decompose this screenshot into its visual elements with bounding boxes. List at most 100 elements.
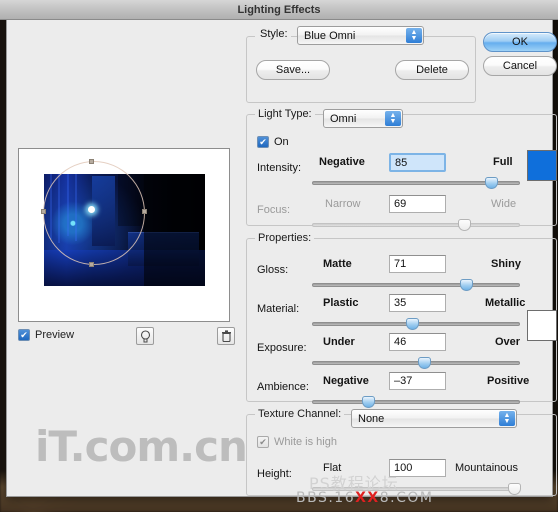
material-input[interactable]: 35	[389, 294, 446, 312]
ellipse-handle-top[interactable]	[89, 159, 94, 164]
preview-checkbox-row[interactable]: Preview	[18, 329, 74, 341]
intensity-value: 85	[395, 156, 408, 169]
focus-value: 69	[394, 198, 407, 210]
white-is-high-checkbox[interactable]	[257, 436, 269, 448]
material-slider[interactable]	[312, 317, 520, 331]
light-color-swatch[interactable]	[527, 150, 557, 181]
ok-button[interactable]: OK	[483, 32, 557, 52]
intensity-slider-thumb[interactable]	[484, 177, 498, 189]
style-group: Style: Blue Omni ▲ ▼ Save... Delete	[246, 26, 476, 103]
preview-checkbox[interactable]	[18, 329, 30, 341]
exposure-label: Exposure:	[257, 342, 307, 354]
exposure-slider-track	[312, 361, 520, 365]
light-on-checkbox[interactable]	[257, 136, 269, 148]
light-type-group: Light Type: Omni ▲▼ On Intensity: Negati…	[246, 108, 557, 231]
gloss-max-label: Shiny	[491, 258, 521, 270]
ambience-min-label: Negative	[323, 375, 369, 387]
properties-legend: Properties:	[258, 232, 312, 244]
style-dropdown[interactable]: Blue Omni ▲ ▼	[297, 26, 424, 45]
ambience-input[interactable]: –37	[389, 372, 446, 390]
material-label: Material:	[257, 303, 300, 315]
delete-button-label: Delete	[416, 64, 448, 76]
light-bulb-icon	[140, 329, 150, 342]
preview-image	[44, 174, 205, 286]
texture-channel-group: Texture Channel: None ▲▼ White is high H…	[246, 408, 557, 496]
material-color-swatch[interactable]	[527, 310, 557, 341]
focus-label: Focus:	[257, 204, 291, 216]
intensity-input[interactable]: 85	[389, 153, 446, 172]
gloss-min-label: Matte	[323, 258, 352, 270]
watermark-left: iT.com.cn	[35, 422, 248, 471]
exposure-value: 46	[394, 336, 407, 348]
watermark-br2-post: 8.COM	[379, 490, 434, 506]
exposure-slider[interactable]	[312, 356, 520, 370]
height-max-label: Mountainous	[455, 462, 518, 474]
delete-button[interactable]: Delete	[395, 60, 469, 80]
ambience-slider-track	[312, 400, 520, 404]
material-value: 35	[394, 297, 407, 309]
cancel-button-label: Cancel	[502, 60, 538, 72]
preview-label: Preview	[35, 329, 75, 341]
texture-channel-value: None	[358, 412, 385, 425]
watermark-br2-pre: BBS.16	[296, 490, 356, 506]
focus-input[interactable]: 69	[389, 195, 446, 213]
ok-button-label: OK	[512, 36, 528, 48]
focus-slider[interactable]	[312, 218, 520, 232]
dialog-body: iT.com.cn ✔ Preview Style: Blue Omni ▲ ▼…	[7, 20, 557, 496]
white-is-high-label: White is high	[274, 436, 337, 448]
light-type-legend: Light Type:	[258, 108, 312, 120]
chevron-updown-icon: ▲ ▼	[385, 111, 401, 126]
save-button-label: Save...	[275, 64, 311, 76]
height-slider-thumb[interactable]	[507, 483, 521, 495]
intensity-max-label: Full	[493, 156, 513, 168]
properties-group: Properties: Gloss: Matte Shiny 71 Materi…	[246, 232, 557, 408]
focus-slider-track	[312, 223, 520, 227]
gloss-slider-thumb[interactable]	[459, 279, 473, 291]
intensity-slider[interactable]	[312, 176, 520, 190]
lighting-effects-dialog: iT.com.cn ✔ Preview Style: Blue Omni ▲ ▼…	[6, 0, 557, 497]
add-light-button[interactable]	[136, 327, 154, 345]
intensity-min-label: Negative	[319, 156, 365, 168]
style-label: Style:	[257, 28, 291, 40]
exposure-min-label: Under	[323, 336, 355, 348]
exposure-input[interactable]: 46	[389, 333, 446, 351]
gloss-slider[interactable]	[312, 278, 520, 292]
chevron-updown-icon: ▲ ▼	[499, 411, 515, 426]
height-label: Height:	[257, 468, 292, 480]
window-titlebar: Lighting Effects	[0, 0, 558, 20]
light-on-label: On	[274, 136, 289, 148]
window-title: Lighting Effects	[237, 3, 321, 16]
intensity-label: Intensity:	[257, 162, 302, 174]
focus-min-label: Narrow	[325, 198, 361, 210]
save-button[interactable]: Save...	[256, 60, 330, 80]
focus-max-label: Wide	[491, 198, 517, 210]
gloss-input[interactable]: 71	[389, 255, 446, 273]
preview-controls: Preview	[18, 327, 235, 347]
light-on-row[interactable]: On	[257, 136, 289, 148]
texture-channel-dropdown[interactable]: None ▲ ▼	[351, 409, 517, 428]
material-max-label: Metallic	[485, 297, 526, 309]
gloss-value: 71	[394, 258, 407, 270]
ambience-value: –37	[394, 375, 413, 387]
white-is-high-row[interactable]: White is high	[257, 436, 337, 448]
controls-pane: Style: Blue Omni ▲ ▼ Save... Delete OK Ca…	[243, 20, 557, 496]
ambience-max-label: Positive	[487, 375, 530, 387]
light-type-dropdown[interactable]: Omni ▲ ▼	[323, 109, 403, 128]
preview-canvas[interactable]	[18, 148, 230, 322]
cancel-button[interactable]: Cancel	[483, 56, 557, 76]
material-min-label: Plastic	[323, 297, 359, 309]
trash-icon	[221, 329, 231, 342]
exposure-slider-thumb[interactable]	[418, 357, 432, 369]
exposure-max-label: Over	[495, 336, 521, 348]
watermark-br2-red: XX	[355, 490, 380, 506]
delete-light-button[interactable]	[217, 327, 235, 345]
focus-slider-thumb[interactable]	[457, 219, 471, 231]
material-slider-thumb[interactable]	[405, 318, 419, 330]
gloss-label: Gloss:	[257, 264, 289, 276]
ambience-slider[interactable]	[312, 395, 520, 409]
chevron-updown-icon: ▲ ▼	[406, 28, 422, 43]
ambience-slider-thumb[interactable]	[362, 396, 376, 408]
ambience-label: Ambience:	[257, 381, 309, 393]
gloss-slider-track	[312, 283, 520, 287]
style-dropdown-value: Blue Omni	[304, 29, 356, 42]
